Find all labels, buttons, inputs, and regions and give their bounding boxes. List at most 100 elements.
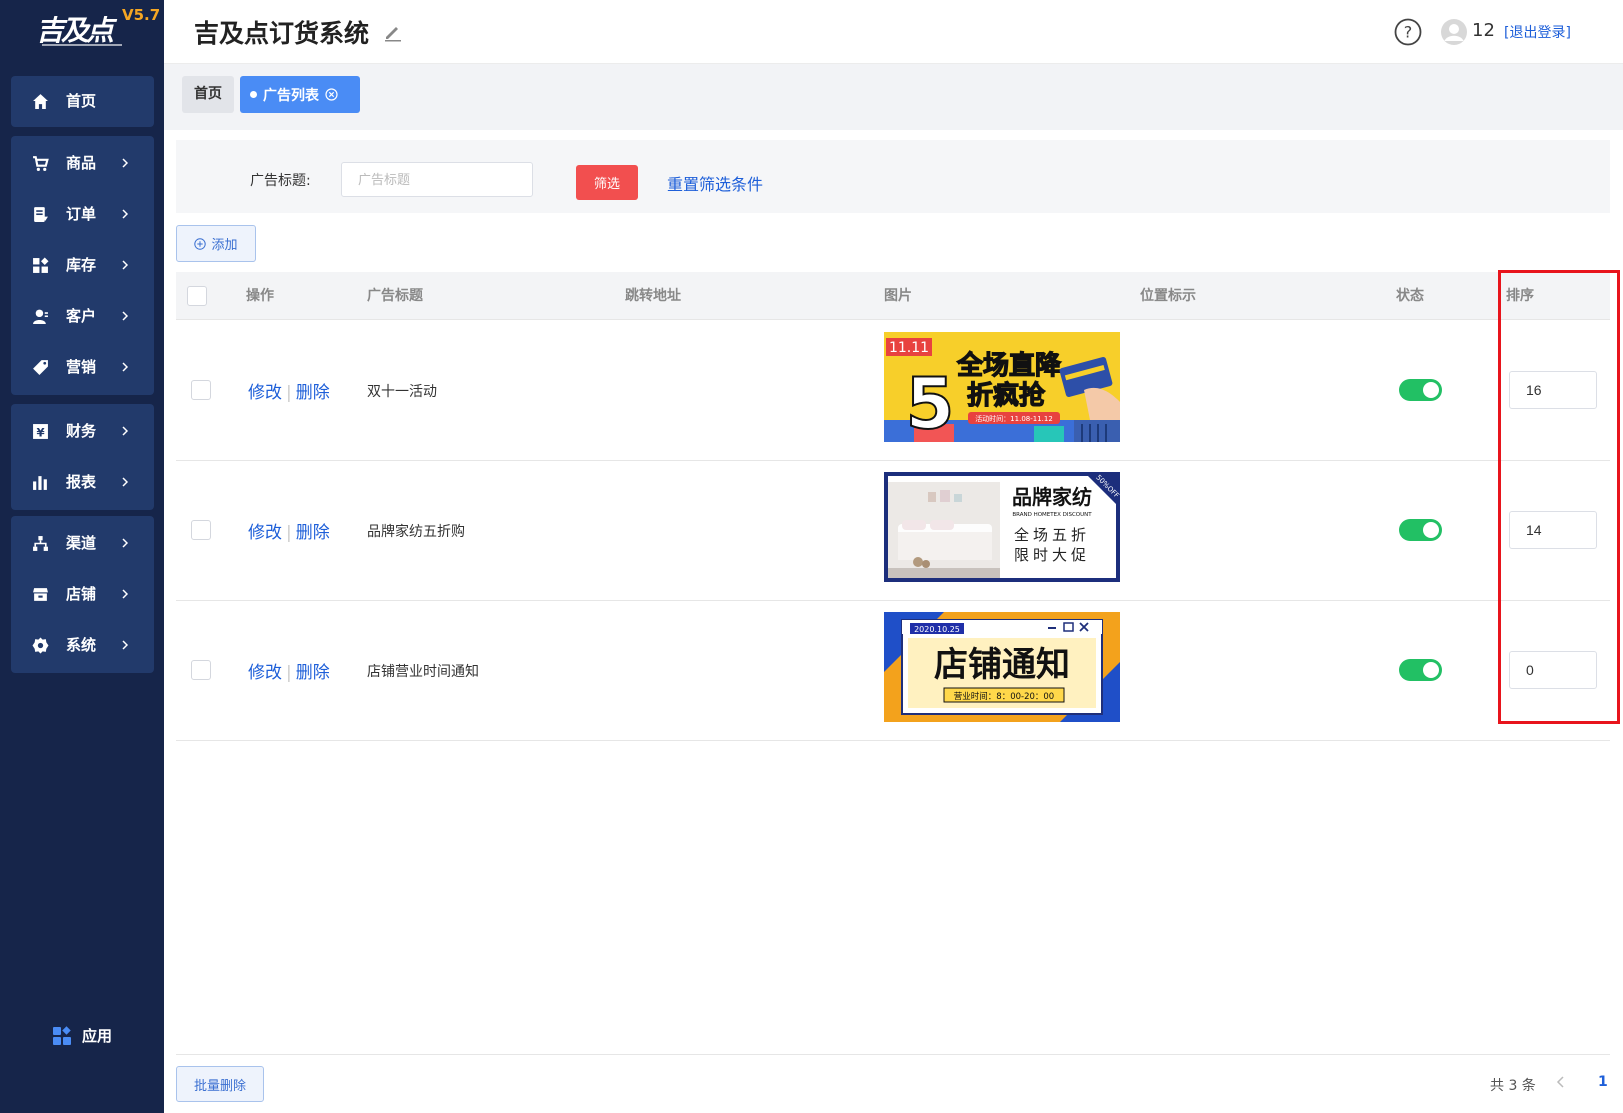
double-eleven-banner: 11.11 5 全场直降 折疯抢 活动时间：11.08-11.12 <box>884 332 1120 442</box>
chevron-right-icon <box>122 426 129 436</box>
customer-icon <box>33 309 48 324</box>
sort-input[interactable] <box>1509 371 1597 409</box>
home-textile-banner: 品牌家纺 BRAND HOMETEX DISCOUNT 全场五折 限时大促 50… <box>884 472 1120 582</box>
sidebar-item-orders[interactable]: 订单 <box>11 189 154 240</box>
column-header: 广告标题 <box>367 288 423 304</box>
delete-link[interactable]: 删除 <box>296 523 330 543</box>
toggle-knob <box>1423 382 1439 398</box>
status-toggle[interactable] <box>1399 519 1442 541</box>
nav-group-system: 渠道 店铺 系统 <box>11 516 154 673</box>
delete-link[interactable]: 删除 <box>296 663 330 683</box>
ad-image: 11.11 5 全场直降 折疯抢 活动时间：11.08-11.12 <box>884 332 1120 442</box>
order-icon <box>34 207 48 222</box>
filter-button[interactable]: 筛选 <box>576 165 638 200</box>
help-icon[interactable]: ? <box>1394 18 1422 46</box>
edit-link[interactable]: 修改 <box>248 383 282 403</box>
avatar[interactable] <box>1440 18 1468 46</box>
total-count: 共 3 条 <box>1490 1078 1536 1094</box>
logout-link[interactable]: [退出登录] <box>1504 22 1571 42</box>
prev-page-icon[interactable] <box>1555 1074 1567 1090</box>
sidebar-item-label: 商品 <box>66 154 97 172</box>
separator: | <box>286 383 292 403</box>
channel-icon <box>33 536 48 551</box>
cart-icon <box>33 156 49 171</box>
plus-circle-icon <box>194 237 207 250</box>
tab-home[interactable]: 首页 <box>182 76 234 113</box>
logo-underline <box>42 44 122 46</box>
username: 12 <box>1472 20 1495 41</box>
tab-ad-list[interactable]: 广告列表 <box>240 76 360 113</box>
sidebar-item-customers[interactable]: 客户 <box>11 291 154 342</box>
banner-headline: 店铺通知 <box>934 645 1070 685</box>
sidebar-item-stores[interactable]: 店铺 <box>11 569 154 620</box>
select-all-checkbox[interactable] <box>187 286 207 306</box>
status-toggle[interactable] <box>1399 379 1442 401</box>
edit-link[interactable]: 修改 <box>248 523 282 543</box>
header: 吉及点订货系统 ? 12 [退出登录] <box>164 0 1623 64</box>
batch-delete-button[interactable]: 批量删除 <box>176 1066 264 1102</box>
add-button[interactable]: 添加 <box>176 225 256 262</box>
ad-image: 品牌家纺 BRAND HOMETEX DISCOUNT 全场五折 限时大促 50… <box>884 472 1120 582</box>
sidebar-item-finance[interactable]: ¥ 财务 <box>11 406 154 457</box>
sidebar-item-label: 首页 <box>66 92 97 110</box>
banner-date: 活动时间：11.08-11.12 <box>975 414 1053 423</box>
row-checkbox[interactable] <box>191 660 211 680</box>
reset-filter-link[interactable]: 重置筛选条件 <box>667 171 763 195</box>
sidebar-item-inventory[interactable]: 库存 <box>11 240 154 291</box>
chevron-right-icon <box>122 158 129 168</box>
sort-input[interactable] <box>1509 511 1597 549</box>
version-badge: V5.7 <box>122 6 161 24</box>
row-checkbox[interactable] <box>191 520 211 540</box>
chevron-right-icon <box>122 589 129 599</box>
ad-title: 双十一活动 <box>367 384 437 400</box>
separator: | <box>286 523 292 543</box>
sidebar-item-label: 客户 <box>66 307 97 325</box>
column-header: 状态 <box>1396 288 1424 304</box>
sidebar-item-home[interactable]: 首页 <box>11 76 154 127</box>
tab-label: 广告列表 <box>263 87 319 104</box>
banner-line1: 全场五折 <box>1014 526 1090 544</box>
edit-link[interactable]: 修改 <box>248 663 282 683</box>
chevron-right-icon <box>122 477 129 487</box>
banner-headline: 全场直降 <box>956 350 1062 381</box>
close-icon[interactable] <box>325 88 338 101</box>
sidebar-item-channels[interactable]: 渠道 <box>11 518 154 569</box>
current-page[interactable]: 1 <box>1598 1074 1608 1090</box>
sidebar-item-marketing[interactable]: 营销 <box>11 342 154 393</box>
page-title: 吉及点订货系统 <box>194 19 370 48</box>
filter-label: 广告标题: <box>250 173 311 189</box>
nav-group-home: 首页 <box>11 76 154 127</box>
sidebar-item-goods[interactable]: 商品 <box>11 138 154 189</box>
filter-panel: 广告标题: 筛选 重置筛选条件 <box>176 140 1610 213</box>
tag-icon <box>33 360 48 375</box>
sidebar-item-label: 订单 <box>66 205 97 223</box>
nav-group-business: 商品 订单 库存 客户 营销 <box>11 136 154 395</box>
sort-input[interactable] <box>1509 651 1597 689</box>
column-header: 跳转地址 <box>625 288 681 304</box>
nav-group-finance: ¥ 财务 报表 <box>11 404 154 510</box>
row-actions: 修改 | 删除 <box>248 378 330 403</box>
svg-text:¥: ¥ <box>36 425 44 439</box>
add-button-label: 添加 <box>211 238 238 253</box>
home-icon <box>33 94 48 109</box>
row-checkbox[interactable] <box>191 380 211 400</box>
ad-title-search-input[interactable] <box>341 162 533 197</box>
status-toggle[interactable] <box>1399 659 1442 681</box>
table-header: 操作 广告标题 跳转地址 图片 位置标示 状态 排序 <box>176 272 1610 320</box>
sidebar-item-label: 营销 <box>66 358 97 376</box>
banner-number: 5 <box>906 363 955 442</box>
sidebar-item-settings[interactable]: 系统 <box>11 620 154 671</box>
store-icon <box>33 588 48 601</box>
sidebar-item-label: 系统 <box>66 636 97 654</box>
edit-icon[interactable] <box>383 22 403 42</box>
banner-hours: 营业时间：8：00-20：00 <box>954 691 1054 702</box>
row-actions: 修改 | 删除 <box>248 658 330 683</box>
tab-bar: 首页 广告列表 <box>164 64 1623 130</box>
delete-link[interactable]: 删除 <box>296 383 330 403</box>
chevron-right-icon <box>122 260 129 270</box>
ad-image: 2020.10.25 店铺通知 营业时间：8：00-20：00 <box>884 612 1120 722</box>
sidebar-item-reports[interactable]: 报表 <box>11 457 154 508</box>
banner-date: 2020.10.25 <box>914 625 960 634</box>
apps-button[interactable]: 应用 <box>52 1025 112 1046</box>
logo[interactable]: 吉及点 <box>36 14 128 48</box>
